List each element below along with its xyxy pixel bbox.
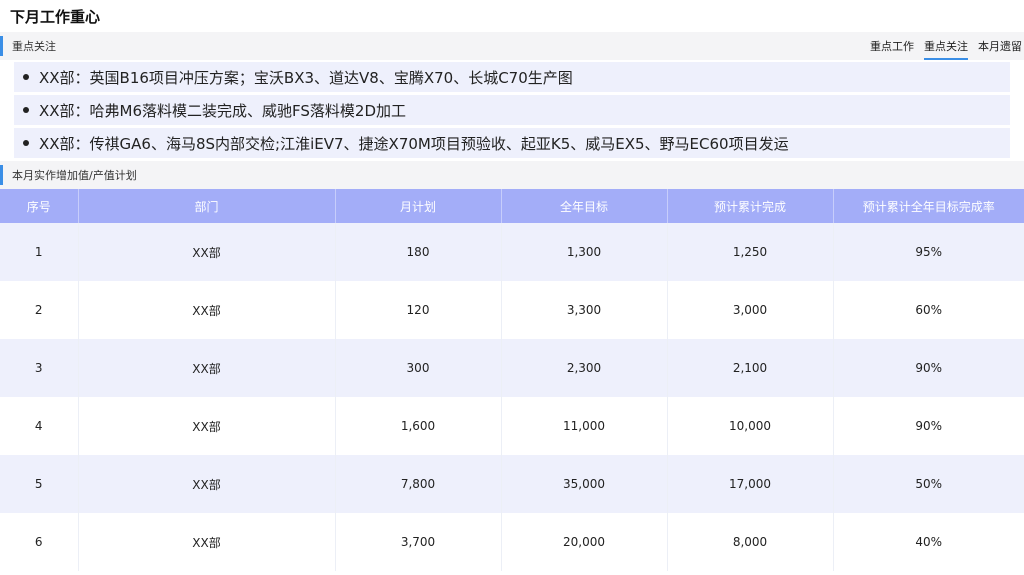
table-row: 3 XX部 300 2,300 2,100 90% [0,339,1024,397]
cell-annual-target: 3,300 [501,281,668,339]
cell-monthly-plan: 3,700 [335,513,502,571]
focus-item-text: XX部：哈弗M6落料模二装完成、威驰FS落料模2D加工 [39,101,407,120]
cell-department: XX部 [78,223,336,281]
cell-department: XX部 [78,455,336,513]
table-row: 6 XX部 3,700 20,000 8,000 40% [0,513,1024,571]
focus-tabs: 重点工作 重点关注 本月遗留 [870,32,1024,60]
tab-key-focus[interactable]: 重点关注 [924,32,968,60]
cell-annual-target: 2,300 [501,339,668,397]
title-bar: 下月工作重心 [0,0,1024,32]
cell-annual-target: 35,000 [501,455,668,513]
list-item: XX部：英国B16项目冲压方案；宝沃BX3、道达V8、宝腾X70、长城C70生产… [14,62,1010,92]
cell-monthly-plan: 180 [335,223,502,281]
cell-monthly-plan: 300 [335,339,502,397]
cell-annual-target: 11,000 [501,397,668,455]
column-header-index: 序号 [0,189,79,223]
cell-completion-rate: 60% [915,303,943,317]
page-title: 下月工作重心 [10,7,101,26]
cell-expected-cumulative: 1,250 [667,223,834,281]
cell-monthly-plan: 7,800 [335,455,502,513]
table-row: 4 XX部 1,600 11,000 10,000 90% [0,397,1024,455]
plan-section-label: 本月实作增加值/产值计划 [12,169,137,182]
column-header-completion-rate: 预计累计全年目标完成率 [862,199,995,214]
cell-expected-cumulative: 3,000 [667,281,834,339]
list-item: XX部：传祺GA6、海马8S内部交检;江淮iEV7、捷途X70M项目预验收、起亚… [14,128,1010,158]
cell-completion-rate: 50% [915,477,943,491]
bullet-icon [23,74,29,80]
plan-section-header: 本月实作增加值/产值计划 [0,161,1024,189]
cell-department: XX部 [78,281,336,339]
cell-index: 3 [0,339,79,397]
table-row: 5 XX部 7,800 35,000 17,000 50% [0,455,1024,513]
column-header-department: 部门 [78,189,336,223]
column-header-monthly-plan: 月计划 [335,189,502,223]
cell-expected-cumulative: 17,000 [667,455,834,513]
tab-key-work[interactable]: 重点工作 [870,32,914,60]
cell-expected-cumulative: 10,000 [667,397,834,455]
bullet-icon [23,140,29,146]
cell-completion-rate: 90% [915,419,943,433]
focus-section-header: 重点关注 重点工作 重点关注 本月遗留 [0,32,1024,60]
tab-month-leftover[interactable]: 本月遗留 [978,32,1022,60]
cell-department: XX部 [78,513,336,571]
focus-list: XX部：英国B16项目冲压方案；宝沃BX3、道达V8、宝腾X70、长城C70生产… [0,60,1024,158]
table-row: 2 XX部 120 3,300 3,000 60% [0,281,1024,339]
cell-expected-cumulative: 2,100 [667,339,834,397]
plan-table: 序号 部门 月计划 全年目标 预计累计完成 预计累计全年目标完成率 1 XX部 … [0,189,1024,571]
cell-index: 5 [0,455,79,513]
cell-annual-target: 1,300 [501,223,668,281]
cell-index: 1 [0,223,79,281]
table-header-row: 序号 部门 月计划 全年目标 预计累计完成 预计累计全年目标完成率 [0,189,1024,223]
cell-completion-rate: 95% [915,245,943,259]
bullet-icon [23,107,29,113]
focus-section-label: 重点关注 [12,40,56,53]
cell-expected-cumulative: 8,000 [667,513,834,571]
cell-index: 4 [0,397,79,455]
column-header-annual-target: 全年目标 [501,189,668,223]
focus-item-text: XX部：英国B16项目冲压方案；宝沃BX3、道达V8、宝腾X70、长城C70生产… [39,68,573,87]
cell-index: 2 [0,281,79,339]
cell-department: XX部 [78,339,336,397]
section-accent-bar [0,165,3,185]
cell-monthly-plan: 120 [335,281,502,339]
list-item: XX部：哈弗M6落料模二装完成、威驰FS落料模2D加工 [14,95,1010,125]
cell-annual-target: 20,000 [501,513,668,571]
column-header-expected-cumulative: 预计累计完成 [667,189,834,223]
cell-monthly-plan: 1,600 [335,397,502,455]
section-accent-bar [0,36,3,56]
cell-index: 6 [0,513,79,571]
cell-department: XX部 [78,397,336,455]
cell-completion-rate: 40% [915,535,943,549]
focus-item-text: XX部：传祺GA6、海马8S内部交检;江淮iEV7、捷途X70M项目预验收、起亚… [39,134,789,153]
table-row: 1 XX部 180 1,300 1,250 95% [0,223,1024,281]
cell-completion-rate: 90% [915,361,943,375]
